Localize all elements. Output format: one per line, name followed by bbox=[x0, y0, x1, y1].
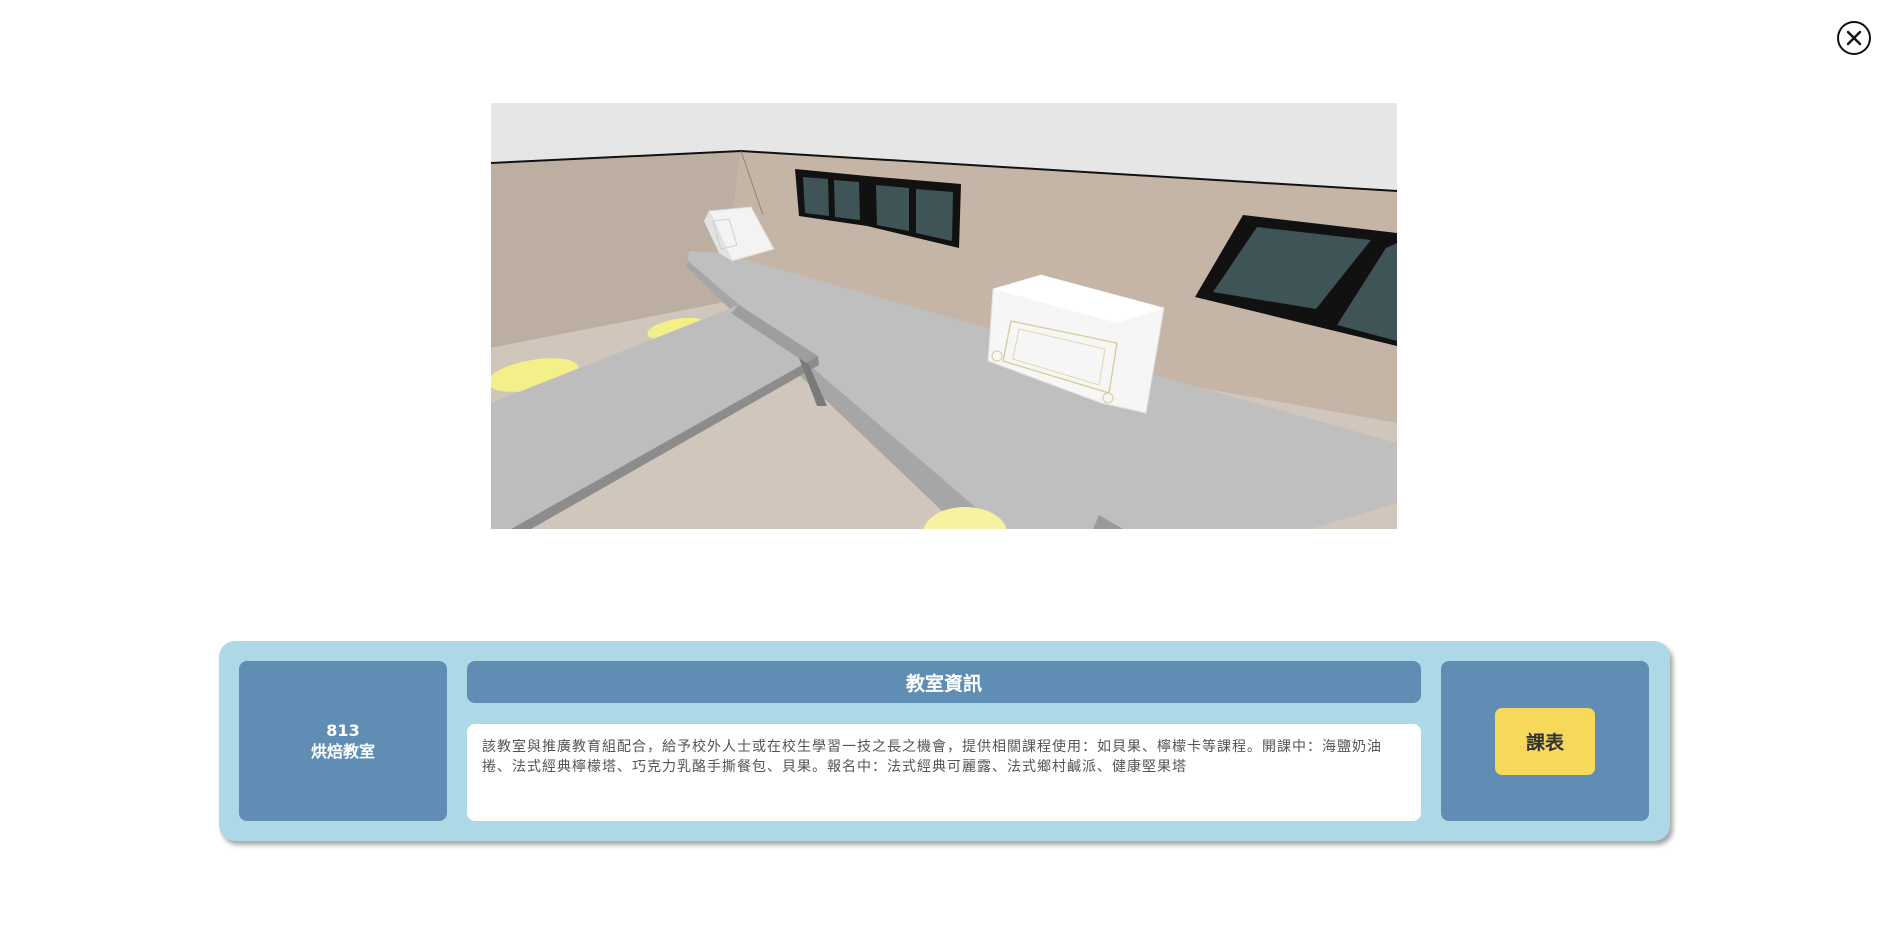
room-number: 813 bbox=[326, 721, 360, 740]
classroom-3d-view[interactable] bbox=[491, 103, 1397, 529]
page: 813 烘焙教室 教室資訊 該教室與推廣教育組配合，給予校外人士或在校生學習一技… bbox=[0, 0, 1888, 943]
info-description: 該教室與推廣教育組配合，給予校外人士或在校生學習一技之長之機會，提供相關課程使用… bbox=[467, 724, 1421, 821]
classroom-info-panel: 813 烘焙教室 教室資訊 該教室與推廣教育組配合，給予校外人士或在校生學習一技… bbox=[219, 641, 1670, 841]
room-card: 813 烘焙教室 bbox=[239, 661, 447, 821]
close-button[interactable] bbox=[1837, 21, 1871, 55]
schedule-button[interactable]: 課表 bbox=[1495, 707, 1595, 775]
schedule-card: 課表 bbox=[1441, 661, 1649, 821]
info-title: 教室資訊 bbox=[467, 661, 1421, 703]
close-icon bbox=[1846, 30, 1862, 46]
room-name: 烘焙教室 bbox=[310, 742, 375, 761]
